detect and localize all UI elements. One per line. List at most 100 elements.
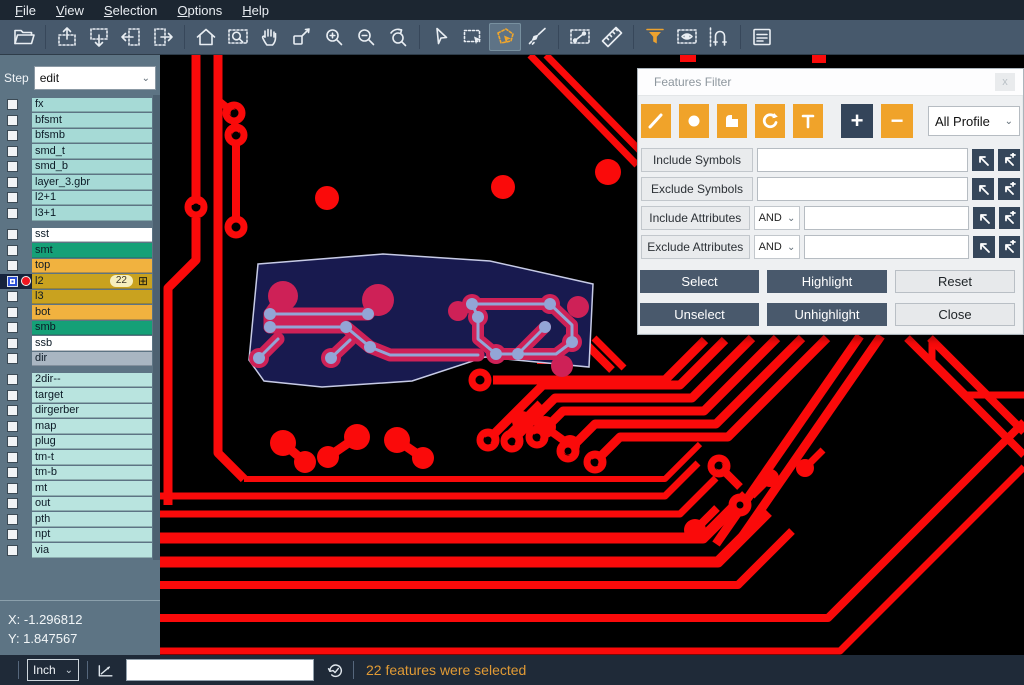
pick-attribute-button[interactable]: [973, 207, 994, 229]
layer-row-tm-b[interactable]: tm-b: [0, 465, 160, 481]
ruler-button[interactable]: [596, 23, 628, 51]
exclude-symbols-input[interactable]: [757, 177, 968, 201]
pick-symbol-button[interactable]: [972, 178, 994, 200]
pick-symbol-add-button[interactable]: [998, 178, 1020, 200]
zoom-selection-button[interactable]: [286, 23, 318, 51]
layer-row-2dir[interactable]: 2dir--: [0, 372, 160, 388]
layer-row-fx[interactable]: fx: [0, 97, 160, 113]
menu-item-options[interactable]: Options: [168, 3, 231, 18]
layer-checkbox[interactable]: [7, 436, 18, 447]
shift-view-right-button[interactable]: [147, 23, 179, 51]
layer-row-smd_t[interactable]: smd_t: [0, 144, 160, 160]
filter-text-button[interactable]: [793, 104, 823, 138]
units-select[interactable]: Inch ⌄: [27, 659, 79, 681]
layer-checkbox[interactable]: [7, 229, 18, 240]
layer-checkbox[interactable]: [7, 483, 18, 494]
include-symbols-input[interactable]: [757, 148, 968, 172]
dialog-title-bar[interactable]: Features Filter x: [638, 69, 1023, 96]
home-view-button[interactable]: [190, 23, 222, 51]
shift-view-down-button[interactable]: [83, 23, 115, 51]
shift-view-up-button[interactable]: [51, 23, 83, 51]
pick-symbol-add-button[interactable]: [998, 149, 1020, 171]
layer-row-bot[interactable]: bot: [0, 305, 160, 321]
layer-checkbox[interactable]: [7, 452, 18, 463]
negative-mode-button[interactable]: −: [881, 104, 913, 138]
layer-row-bfsmt[interactable]: bfsmt: [0, 113, 160, 129]
filter-surface-button[interactable]: [717, 104, 747, 138]
unhighlight-button[interactable]: Unhighlight: [767, 303, 887, 326]
layer-row-l2plus1[interactable]: l2+1: [0, 190, 160, 206]
zoom-area-button[interactable]: [222, 23, 254, 51]
layer-row-smb[interactable]: smb: [0, 320, 160, 336]
layer-row-top[interactable]: top: [0, 258, 160, 274]
layer-checkbox[interactable]: [7, 498, 18, 509]
layer-checkbox[interactable]: [7, 390, 18, 401]
layer-checkbox[interactable]: [7, 177, 18, 188]
include-symbols-button[interactable]: Include Symbols: [641, 148, 753, 172]
layer-row-via[interactable]: via: [0, 543, 160, 559]
layer-checkbox[interactable]: [7, 421, 18, 432]
layer-row-l3[interactable]: l3: [0, 289, 160, 305]
layer-row-tm-t[interactable]: tm-t: [0, 450, 160, 466]
layer-row-dir[interactable]: dir: [0, 351, 160, 367]
command-input[interactable]: [126, 659, 314, 681]
layer-row-l2-active[interactable]: l2 22 ⊞: [0, 274, 160, 290]
layer-row-bfsmb[interactable]: bfsmb: [0, 128, 160, 144]
layers-form-button[interactable]: [746, 23, 778, 51]
include-attributes-and-select[interactable]: AND⌄: [754, 206, 801, 230]
open-folder-button[interactable]: [8, 23, 40, 51]
layer-row-smt[interactable]: smt: [0, 243, 160, 259]
sync-icon[interactable]: [326, 661, 345, 680]
exclude-attributes-button[interactable]: Exclude Attributes: [641, 235, 750, 259]
select-pointer-button[interactable]: [425, 23, 457, 51]
layer-row-target[interactable]: target: [0, 388, 160, 404]
layer-checkbox[interactable]: [7, 353, 18, 364]
close-button[interactable]: Close: [895, 303, 1015, 326]
zoom-previous-button[interactable]: [382, 23, 414, 51]
layer-row-ssb[interactable]: ssb: [0, 336, 160, 352]
layer-checkbox[interactable]: [7, 161, 18, 172]
layer-row-smd_b[interactable]: smd_b: [0, 159, 160, 175]
select-button[interactable]: Select: [640, 270, 759, 293]
layer-checkbox[interactable]: [7, 208, 18, 219]
layer-checkbox[interactable]: [7, 405, 18, 416]
layer-checkbox[interactable]: [7, 260, 18, 271]
menu-item-view[interactable]: View: [47, 3, 93, 18]
layer-row-l3plus1[interactable]: l3+1: [0, 206, 160, 222]
layer-row-layer_3gbr[interactable]: layer_3.gbr: [0, 175, 160, 191]
close-icon[interactable]: x: [995, 73, 1015, 91]
layer-checkbox[interactable]: [7, 467, 18, 478]
layer-row-map[interactable]: map: [0, 419, 160, 435]
filter-arc-button[interactable]: [755, 104, 785, 138]
exclude-attributes-and-select[interactable]: AND⌄: [754, 235, 801, 259]
layer-checkbox[interactable]: [7, 245, 18, 256]
angle-mode-icon[interactable]: [96, 660, 116, 680]
pick-attribute-button[interactable]: [973, 236, 994, 258]
measure-distance-button[interactable]: [564, 23, 596, 51]
display-options-button[interactable]: [671, 23, 703, 51]
zoom-in-button[interactable]: [318, 23, 350, 51]
positive-mode-button[interactable]: +: [841, 104, 873, 138]
layer-checkbox[interactable]: [7, 115, 18, 126]
filter-line-button[interactable]: [641, 104, 671, 138]
layer-checkbox[interactable]: [7, 99, 18, 110]
snap-button[interactable]: [703, 23, 735, 51]
zoom-out-button[interactable]: [350, 23, 382, 51]
layer-checkbox[interactable]: [7, 307, 18, 318]
include-attributes-input[interactable]: [804, 206, 969, 230]
layer-checkbox[interactable]: [7, 529, 18, 540]
layer-checkbox[interactable]: [7, 322, 18, 333]
shift-view-left-button[interactable]: [115, 23, 147, 51]
pan-hand-button[interactable]: [254, 23, 286, 51]
include-attributes-button[interactable]: Include Attributes: [641, 206, 750, 230]
layer-checkbox[interactable]: [7, 514, 18, 525]
profile-select[interactable]: All Profile ⌄: [928, 106, 1020, 136]
pick-attribute-add-button[interactable]: [999, 207, 1020, 229]
layer-checkbox[interactable]: [7, 291, 18, 302]
layer-checkbox[interactable]: [7, 146, 18, 157]
layer-checkbox[interactable]: [7, 130, 18, 141]
clear-highlight-button[interactable]: [521, 23, 553, 51]
layer-row-sst[interactable]: sst: [0, 227, 160, 243]
layer-checkbox-checked[interactable]: [7, 276, 18, 287]
layer-checkbox[interactable]: [7, 338, 18, 349]
